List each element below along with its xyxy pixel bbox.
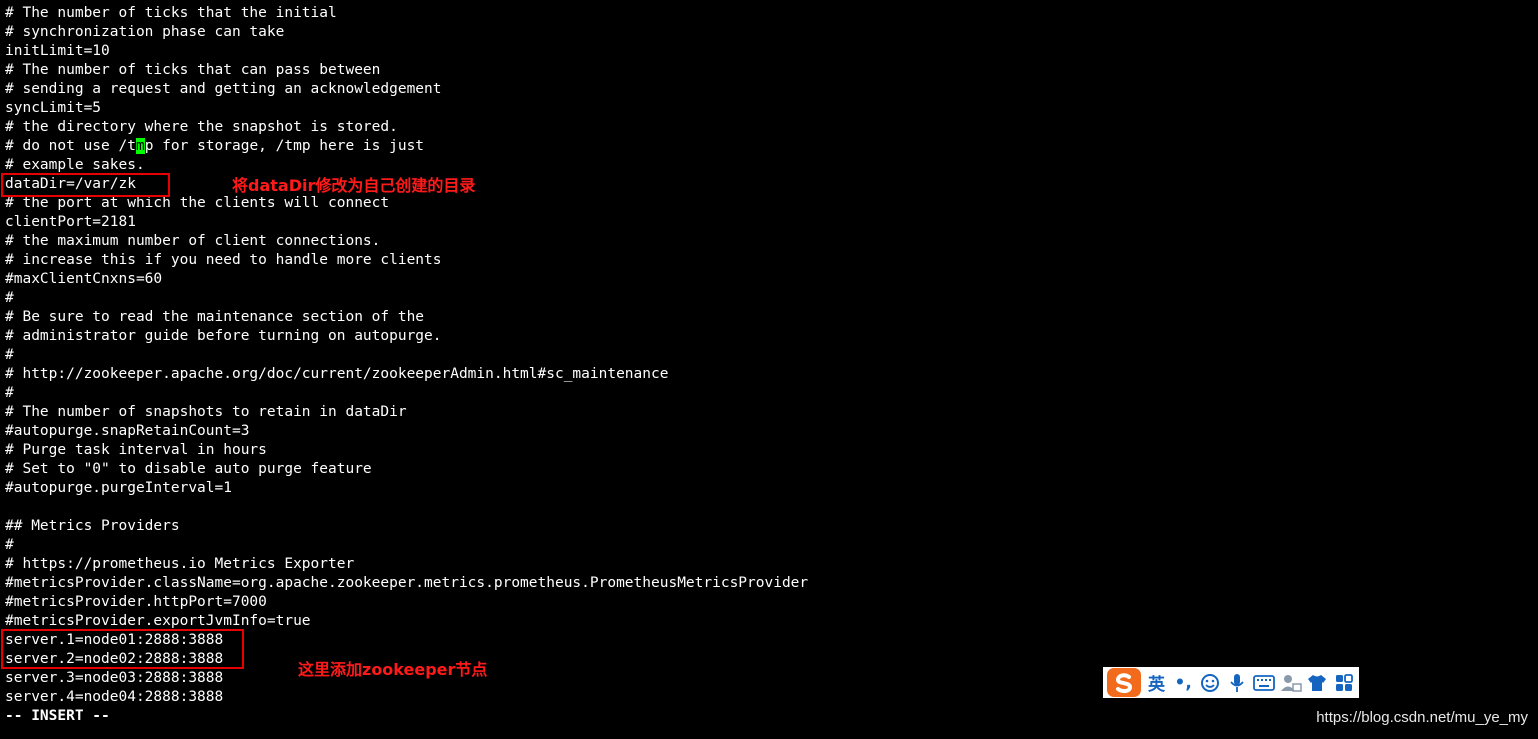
vim-mode-indicator: -- INSERT -- [5, 708, 110, 724]
datadir-annotation: 将dataDir修改为自己创建的目录 [232, 176, 476, 195]
punctuation-toggle-button[interactable]: •, [1172, 671, 1194, 695]
terminal-line: # sending a request and getting an ackno… [5, 81, 442, 97]
smiley-icon[interactable] [1199, 671, 1221, 695]
terminal-line: # Set to "0" to disable auto purge featu… [5, 461, 372, 477]
terminal-line: # [5, 537, 14, 553]
terminal-line: # administrator guide before turning on … [5, 328, 442, 344]
terminal-line: # do not use /tmp for storage, /tmp here… [5, 138, 425, 154]
terminal-line: # [5, 290, 14, 306]
language-toggle-button[interactable]: 英 [1146, 671, 1168, 695]
terminal-line: #metricsProvider.httpPort=7000 [5, 594, 267, 610]
terminal-line: #metricsProvider.className=org.apache.zo… [5, 575, 809, 591]
terminal-buffer[interactable]: # The number of ticks that the initial # … [5, 4, 808, 726]
terminal-line: ## Metrics Providers [5, 518, 180, 534]
terminal-line: # the port at which the clients will con… [5, 195, 390, 211]
terminal-line: # the maximum number of client connectio… [5, 233, 381, 249]
ime-toolbar: 英 •, [1103, 667, 1359, 698]
terminal-line: initLimit=10 [5, 43, 110, 59]
user-settings-icon[interactable] [1280, 671, 1302, 695]
terminal-line: # [5, 347, 14, 363]
terminal-line: # The number of ticks that can pass betw… [5, 62, 381, 78]
terminal-line: server.4=node04:2888:3888 [5, 689, 224, 705]
skin-shirt-icon[interactable] [1307, 671, 1329, 695]
terminal-line: # increase this if you need to handle mo… [5, 252, 442, 268]
terminal-line: # https://prometheus.io Metrics Exporter [5, 556, 355, 572]
terminal-line: server.1=node01:2888:3888 [5, 632, 224, 648]
terminal-line: # Purge task interval in hours [5, 442, 267, 458]
microphone-icon[interactable] [1226, 671, 1248, 695]
servers-annotation: 这里添加zookeeper节点 [298, 660, 488, 679]
terminal-line: #maxClientCnxns=60 [5, 271, 163, 287]
terminal-line: syncLimit=5 [5, 100, 102, 116]
terminal-line: #autopurge.snapRetainCount=3 [5, 423, 250, 439]
terminal-line: #autopurge.purgeInterval=1 [5, 480, 232, 496]
terminal-window[interactable]: # The number of ticks that the initial # … [0, 0, 1538, 739]
terminal-line: #metricsProvider.exportJvmInfo=true [5, 613, 311, 629]
terminal-line: # http://zookeeper.apache.org/doc/curren… [5, 366, 669, 382]
terminal-line: # The number of ticks that the initial [5, 5, 337, 21]
grid-apps-icon[interactable] [1333, 671, 1355, 695]
terminal-line: # [5, 385, 14, 401]
keyboard-icon[interactable] [1252, 671, 1275, 695]
terminal-line: # The number of snapshots to retain in d… [5, 404, 407, 420]
terminal-line: # the directory where the snapshot is st… [5, 119, 398, 135]
terminal-line: clientPort=2181 [5, 214, 136, 230]
terminal-line: # synchronization phase can take [5, 24, 285, 40]
watermark-url: https://blog.csdn.net/mu_ye_my [1316, 709, 1528, 726]
sogou-logo-icon[interactable] [1107, 668, 1141, 697]
text-cursor: m [135, 138, 145, 154]
terminal-line: # Be sure to read the maintenance sectio… [5, 309, 425, 325]
